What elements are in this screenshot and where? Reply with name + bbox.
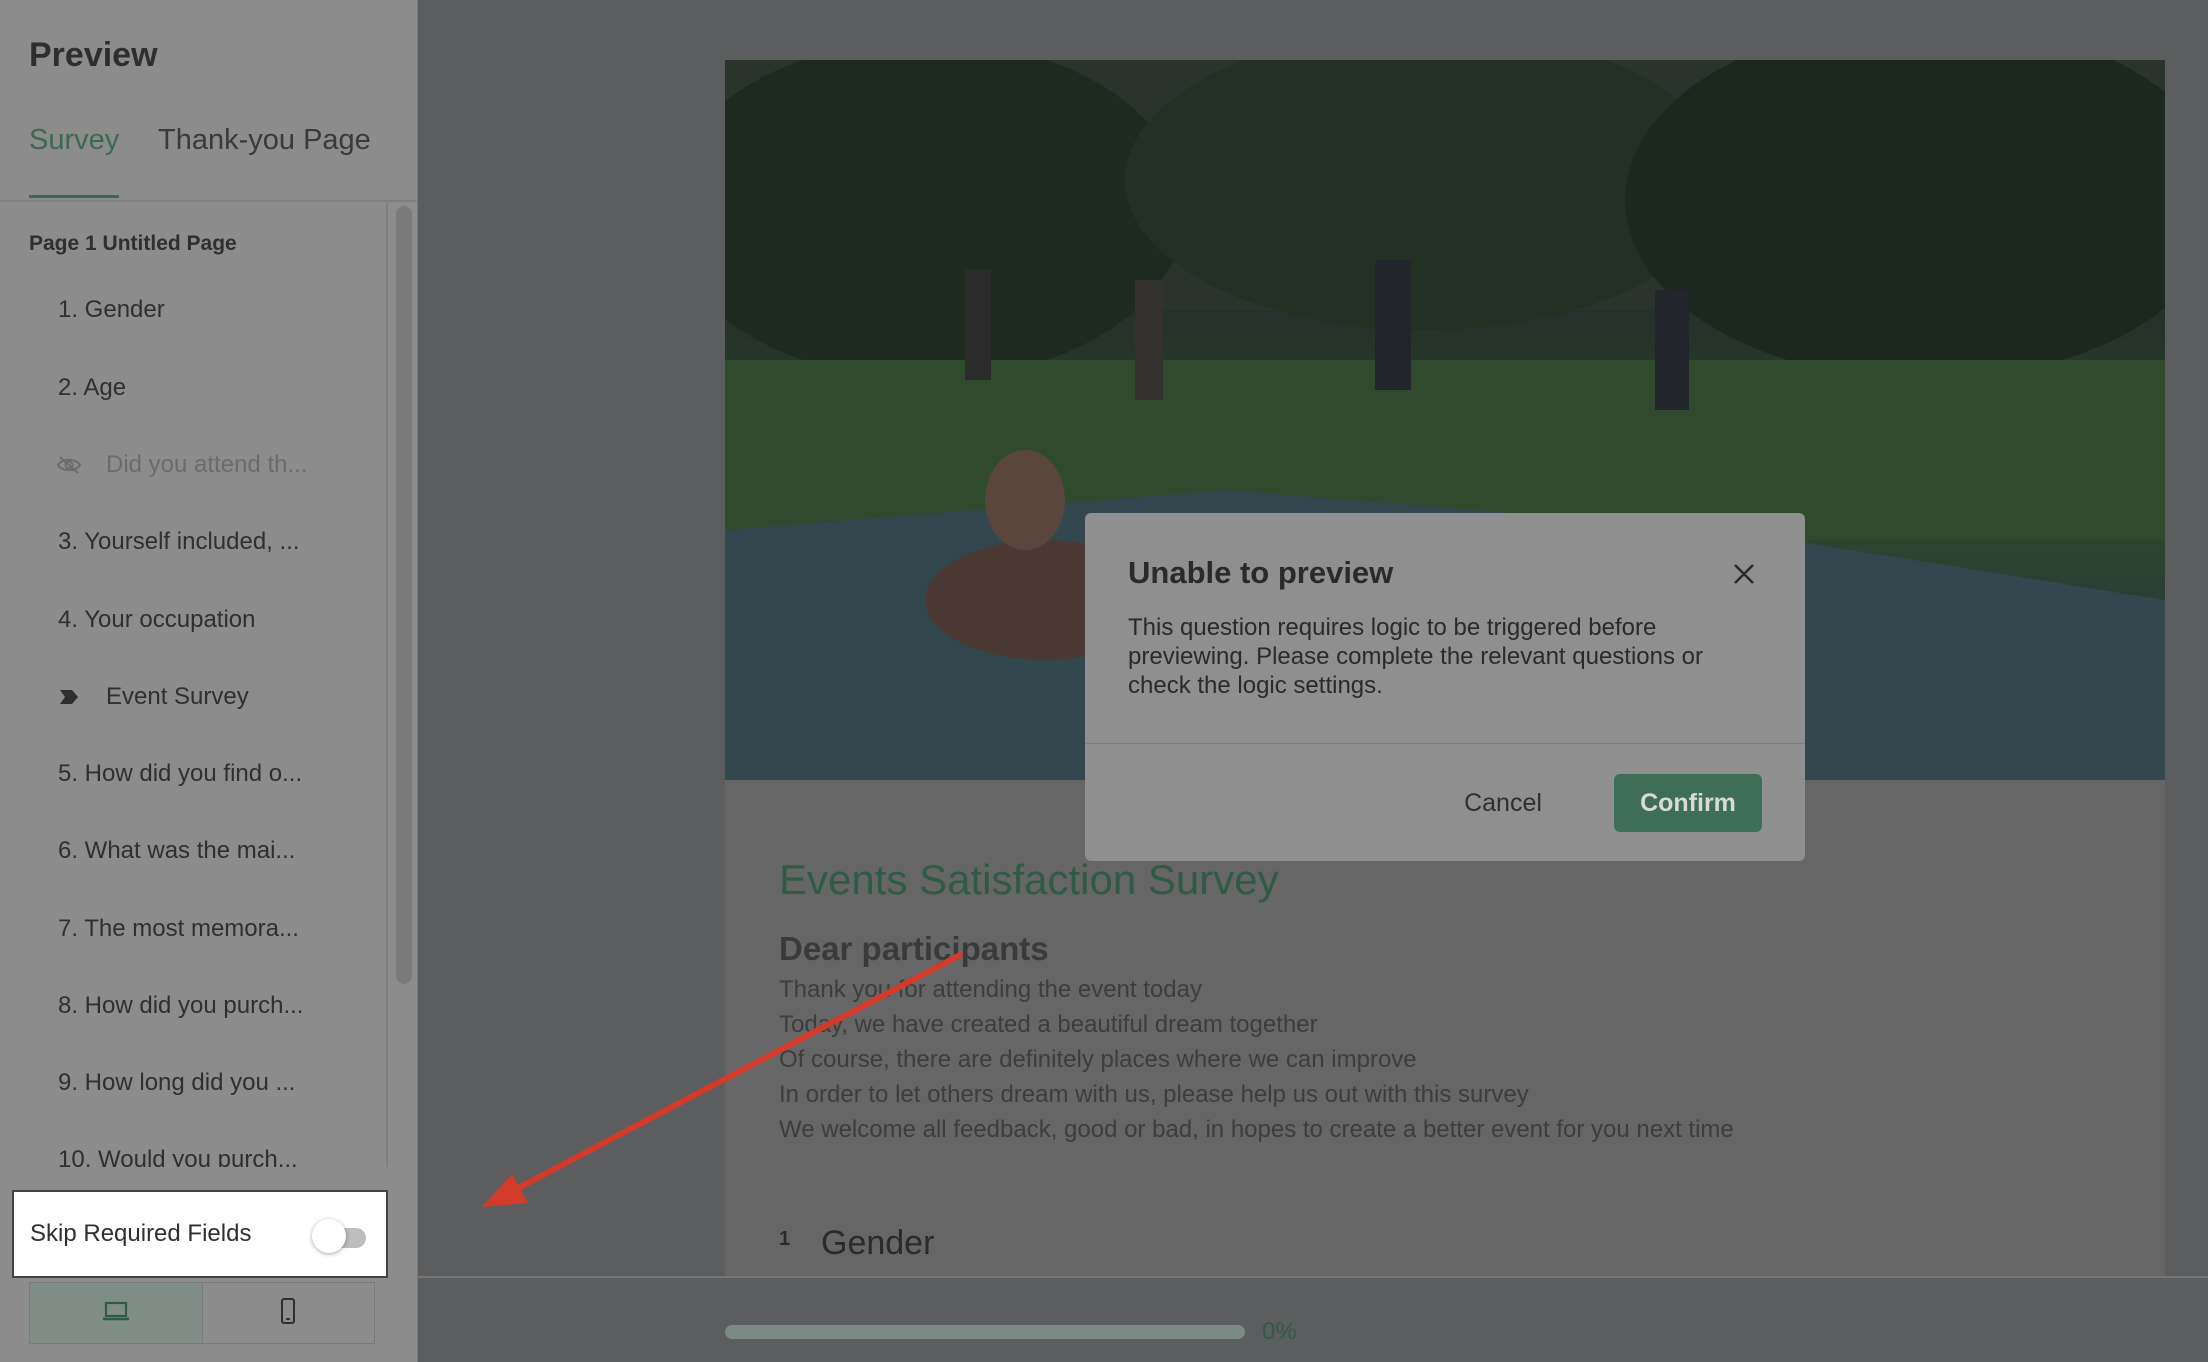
device-switcher	[29, 1282, 375, 1344]
intro-line: Today, we have created a beautiful dream…	[779, 1011, 1318, 1038]
eye-off-icon	[54, 453, 84, 477]
question-item-most-memorable[interactable]: 7. The most memora...	[58, 915, 299, 943]
question-item-how-did-you-find[interactable]: 5. How did you find o...	[58, 760, 302, 788]
mobile-view-button[interactable]	[203, 1283, 375, 1343]
question-item-label: 9. How long did you ...	[58, 1069, 296, 1096]
dialog-divider	[1085, 743, 1805, 744]
laptop-icon	[101, 1300, 131, 1327]
question-item-label: 2. Age	[58, 374, 127, 401]
progress-footer	[418, 1276, 2208, 1362]
skip-required-fields-label: Skip Required Fields	[30, 1220, 252, 1247]
preview-tabs: Survey Thank-you Page	[0, 118, 418, 202]
question-item-label: 3. Yourself included, ...	[58, 528, 300, 555]
question-item-label: 5. How did you find o...	[58, 760, 303, 787]
mobile-icon	[279, 1297, 297, 1330]
intro-line: In order to let others dream with us, pl…	[779, 1081, 1529, 1108]
question-item-what-was-main[interactable]: 6. What was the mai...	[58, 837, 295, 865]
intro-line: Of course, there are definitely places w…	[779, 1046, 1417, 1073]
question-item-yourself-included[interactable]: 3. Yourself included, ...	[58, 528, 300, 556]
progress-bar	[725, 1325, 1245, 1339]
question-list-scrollbar[interactable]	[396, 206, 412, 984]
question-item-label: 7. The most memora...	[58, 915, 299, 942]
question-item-would-you-purchase[interactable]: 10. Would you purch...	[58, 1146, 298, 1167]
question-number: 1	[779, 1228, 791, 1250]
preview-sidebar: Preview Survey Thank-you Page Page 1 Unt…	[0, 0, 418, 1362]
question-item-label: Event Survey	[106, 683, 249, 710]
question-item-how-long[interactable]: 9. How long did you ...	[58, 1069, 295, 1097]
question-item-label: 10. Would you purch...	[58, 1146, 298, 1167]
survey-title: Events Satisfaction Survey	[779, 856, 1279, 903]
desktop-view-button[interactable]	[30, 1283, 203, 1343]
section-item-event-survey[interactable]: Event Survey	[58, 683, 249, 711]
question-item-gender[interactable]: 1. Gender	[58, 296, 165, 324]
dialog-message: This question requires logic to be trigg…	[1128, 614, 1703, 699]
question-title: Gender	[821, 1224, 935, 1262]
skip-required-fields-toggle[interactable]	[300, 1219, 380, 1253]
intro-line: Thank you for attending the event today	[779, 976, 1202, 1003]
question-item-label: 6. What was the mai...	[58, 837, 296, 864]
bookmark-icon	[54, 685, 84, 709]
tab-thank-you-page[interactable]: Thank-you Page	[158, 124, 371, 198]
question-item-label: Did you attend th...	[106, 451, 308, 478]
cancel-button[interactable]: Cancel	[1446, 776, 1560, 830]
dialog-title: Unable to preview	[1128, 555, 1394, 590]
confirm-button[interactable]: Confirm	[1614, 774, 1762, 832]
toggle-knob	[312, 1219, 346, 1253]
tab-survey[interactable]: Survey	[29, 124, 120, 198]
question-item-occupation[interactable]: 4. Your occupation	[58, 606, 256, 634]
question-item-label: 8. How did you purch...	[58, 992, 304, 1019]
sidebar-title: Preview	[29, 36, 158, 74]
skip-required-fields-panel: Skip Required Fields	[12, 1190, 388, 1278]
progress-label: 0%	[1262, 1318, 1297, 1345]
survey-greeting: Dear participants	[779, 930, 1049, 967]
question-item-how-did-you-purchase[interactable]: 8. How did you purch...	[58, 992, 303, 1020]
page-label: Page 1 Untitled Page	[29, 232, 237, 255]
question-list[interactable]: Page 1 Untitled Page 1. Gender 2. Age Di…	[0, 202, 388, 1167]
question-item-label: 1. Gender	[58, 296, 165, 323]
question-item-hidden[interactable]: Did you attend th...	[56, 451, 308, 479]
question-item-label: 4. Your occupation	[58, 606, 256, 633]
intro-line: We welcome all feedback, good or bad, in…	[779, 1116, 1734, 1143]
close-icon[interactable]	[1729, 559, 1759, 589]
question-item-age[interactable]: 2. Age	[58, 374, 126, 402]
